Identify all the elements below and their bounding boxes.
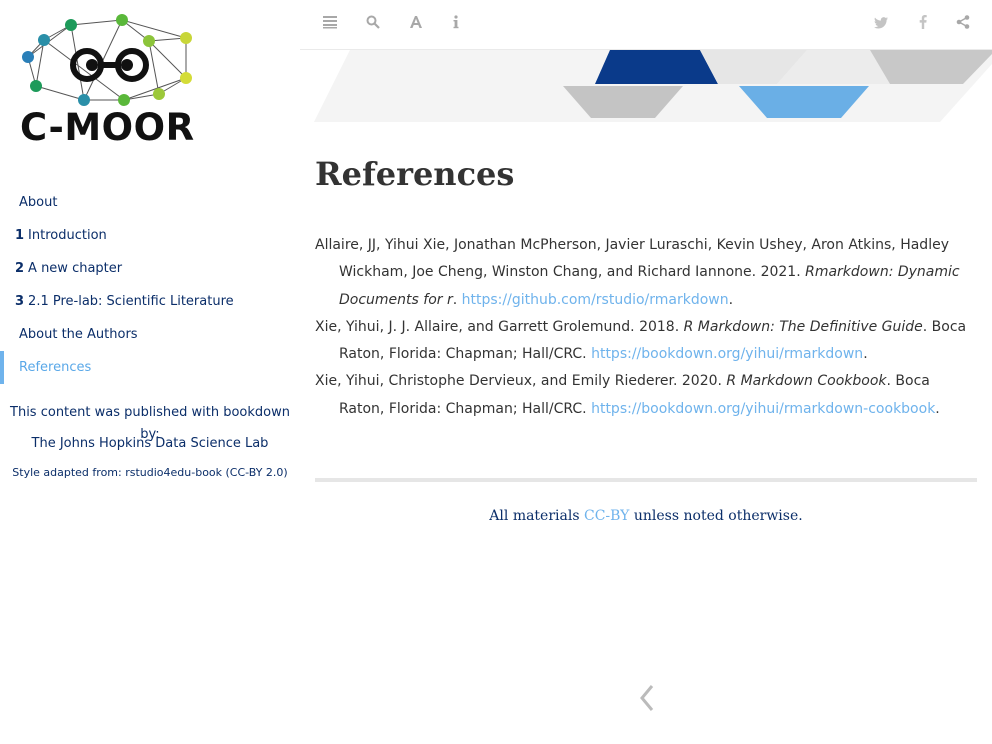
sidebar-item-label: About the Authors	[19, 327, 138, 342]
ref-url-link[interactable]: https://github.com/rstudio/rmarkdown	[462, 292, 729, 308]
sidebar-item-label: Introduction	[28, 228, 107, 243]
sidebar-item-label: 2.1 Pre-lab: Scientific Literature	[28, 294, 234, 309]
ref-end: .	[863, 346, 868, 363]
published-with-link[interactable]: This content was published with bookdown…	[0, 402, 300, 442]
sidebar-item-introduction[interactable]: 1 Introduction	[0, 219, 300, 252]
network-logo-icon	[22, 14, 192, 106]
facebook-icon[interactable]	[913, 14, 933, 35]
banner-graphic	[314, 50, 992, 122]
footer-text: All materials	[489, 508, 584, 524]
reference-item: Xie, Yihui, J. J. Allaire, and Garrett G…	[315, 314, 977, 369]
ref-end: .	[935, 400, 940, 417]
ref-title: R Markdown Cookbook	[726, 373, 887, 390]
ref-title: R Markdown: The Definitive Guide	[683, 318, 923, 335]
ref-url-link[interactable]: https://bookdown.org/yihui/rmarkdown-coo…	[591, 401, 935, 417]
sidebar-item-references[interactable]: References	[0, 351, 300, 384]
sidebar-item-label: References	[19, 360, 92, 375]
footer-text: unless noted otherwise.	[629, 508, 803, 524]
jhu-dsl-link[interactable]: The Johns Hopkins Data Science Lab	[0, 424, 300, 458]
sidebar-item-new-chapter[interactable]: 2A new chapter	[0, 252, 300, 285]
ref-publisher: .	[452, 291, 462, 308]
page-title: References	[315, 155, 515, 193]
reference-item: Xie, Yihui, Christophe Dervieux, and Emi…	[315, 368, 977, 423]
sidebar-item-about-authors[interactable]: About the Authors	[0, 318, 300, 351]
chevron-left-icon	[640, 685, 654, 711]
toc-toggle-icon[interactable]	[320, 15, 340, 35]
sidebar: C-MOOR About 1 Introduction 2A new chapte…	[0, 0, 300, 744]
c-moor-logo[interactable]: C-MOOR	[14, 10, 214, 150]
chapter-number: 3	[15, 294, 25, 309]
header-banner	[300, 50, 992, 124]
footer-divider	[315, 478, 977, 482]
font-settings-icon[interactable]	[406, 15, 426, 35]
sidebar-item-label: A new chapter	[28, 261, 123, 276]
ref-url-link[interactable]: https://bookdown.org/yihui/rmarkdown	[591, 346, 863, 362]
reference-item: Allaire, JJ, Yihui Xie, Jonathan McPhers…	[315, 232, 977, 314]
sidebar-credits: This content was published with bookdown…	[0, 402, 300, 484]
sidebar-item-pre-lab[interactable]: 3 2.1 Pre-lab: Scientific Literature	[0, 285, 300, 318]
chapter-number: 1	[15, 228, 25, 243]
sidebar-item-label: About	[19, 195, 58, 210]
share-icon[interactable]	[953, 15, 973, 35]
book-toolbar	[300, 0, 992, 50]
cc-by-link[interactable]: CC-BY	[584, 508, 629, 524]
main-content: References Allaire, JJ, Yihui Xie, Jonat…	[315, 150, 977, 417]
info-icon[interactable]	[446, 15, 466, 35]
search-icon[interactable]	[363, 15, 383, 35]
ref-authors: Xie, Yihui, Christophe Dervieux, and Emi…	[315, 373, 727, 390]
references-list: Allaire, JJ, Yihui Xie, Jonathan McPhers…	[315, 232, 977, 423]
ref-end: .	[728, 291, 734, 308]
twitter-icon[interactable]	[871, 15, 891, 35]
license-footer: All materials CC-BY unless noted otherwi…	[315, 508, 977, 524]
sidebar-nav: About 1 Introduction 2A new chapter 3 2.1 …	[0, 186, 300, 384]
chapter-number: 2	[15, 261, 25, 276]
ref-authors: Xie, Yihui, J. J. Allaire, and Garrett G…	[315, 318, 684, 335]
style-credit-link[interactable]: Style adapted from: rstudio4edu-book (CC…	[0, 458, 300, 484]
sidebar-item-about[interactable]: About	[0, 186, 300, 219]
previous-page-button[interactable]	[636, 682, 658, 714]
logo-text: C-MOOR	[20, 106, 195, 149]
